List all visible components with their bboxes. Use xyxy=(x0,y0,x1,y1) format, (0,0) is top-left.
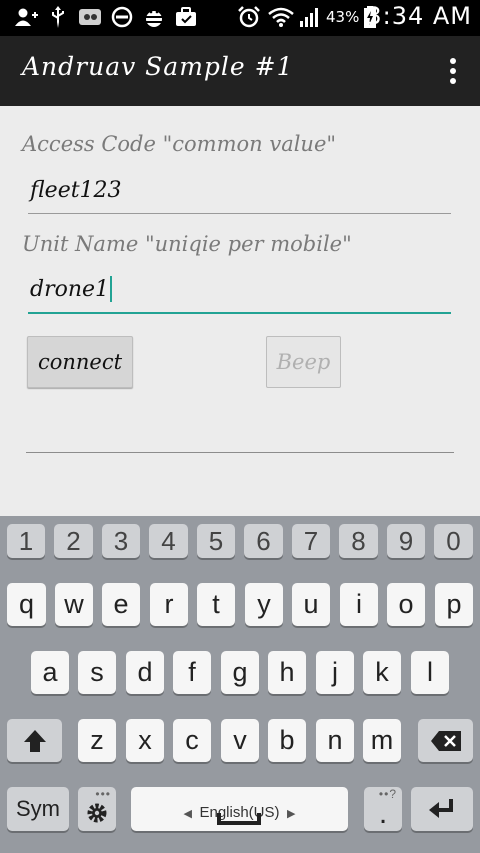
key-o[interactable]: o xyxy=(387,583,425,626)
unit-name-field[interactable]: drone1 xyxy=(28,266,451,314)
key-d[interactable]: d xyxy=(126,651,164,694)
access-code-value: fleet123 xyxy=(30,178,122,203)
key-4[interactable]: 4 xyxy=(149,524,188,558)
key-7[interactable]: 7 xyxy=(292,524,330,558)
output-text-field[interactable] xyxy=(26,452,454,453)
key-0[interactable]: 0 xyxy=(434,524,473,558)
shift-arrow-icon xyxy=(23,729,46,752)
key-j[interactable]: j xyxy=(316,651,354,694)
beep-button[interactable]: Beep xyxy=(266,336,341,388)
key-v[interactable]: v xyxy=(221,719,259,762)
chevron-right-icon: ▶ xyxy=(287,808,296,820)
text-cursor xyxy=(110,276,113,302)
space-bar-icon xyxy=(217,813,261,825)
key-q[interactable]: q xyxy=(7,583,46,626)
key-2[interactable]: 2 xyxy=(54,524,93,558)
key-9[interactable]: 9 xyxy=(387,524,425,558)
enter-arrow-icon xyxy=(429,799,453,818)
key-m[interactable]: m xyxy=(363,719,401,762)
overflow-menu-icon[interactable] xyxy=(448,58,458,86)
key-x[interactable]: x xyxy=(126,719,164,762)
app-title: Andruav Sample #1 xyxy=(22,52,294,81)
key-r[interactable]: r xyxy=(150,583,188,626)
battery-percent: 43% xyxy=(326,8,360,26)
key-i[interactable]: i xyxy=(340,583,378,626)
key-g[interactable]: g xyxy=(221,651,259,694)
settings-key[interactable]: ••• xyxy=(78,787,116,831)
android-debug-icon xyxy=(142,6,166,28)
soft-keyboard: 1 2 3 4 5 6 7 8 9 0 q w e r t y u i o p … xyxy=(0,516,480,853)
key-b[interactable]: b xyxy=(268,719,306,762)
key-8[interactable]: 8 xyxy=(339,524,378,558)
period-hint: ••? xyxy=(378,787,397,801)
key-z[interactable]: z xyxy=(78,719,116,762)
sym-key[interactable]: Sym xyxy=(7,787,69,831)
space-key[interactable]: ◀ English(US) ▶ xyxy=(131,787,348,831)
key-6[interactable]: 6 xyxy=(244,524,283,558)
access-code-field[interactable]: fleet123 xyxy=(28,166,451,214)
usb-icon xyxy=(48,6,68,28)
enter-key[interactable] xyxy=(411,787,473,831)
key-t[interactable]: t xyxy=(197,583,235,626)
status-bar: 43% 3:34 AM xyxy=(0,0,480,36)
connect-button[interactable]: connect xyxy=(27,336,133,388)
main-form: Access Code "common value" fleet123 Unit… xyxy=(0,106,480,516)
key-u[interactable]: u xyxy=(292,583,330,626)
key-h[interactable]: h xyxy=(268,651,306,694)
gear-icon xyxy=(87,803,107,823)
key-e[interactable]: e xyxy=(102,583,140,626)
signal-icon xyxy=(298,6,322,28)
key-3[interactable]: 3 xyxy=(102,524,140,558)
period-key[interactable]: ••? . xyxy=(364,787,402,831)
clock: 3:34 AM xyxy=(366,2,472,30)
backspace-icon xyxy=(430,730,461,751)
access-code-label: Access Code "common value" xyxy=(22,132,337,156)
alarm-icon xyxy=(236,6,262,28)
action-bar: Andruav Sample #1 xyxy=(0,36,480,106)
add-contact-icon xyxy=(14,6,40,28)
chevron-left-icon: ◀ xyxy=(183,808,192,820)
settings-hint: ••• xyxy=(95,787,111,801)
key-a[interactable]: a xyxy=(31,651,69,694)
key-5[interactable]: 5 xyxy=(197,524,235,558)
key-k[interactable]: k xyxy=(363,651,401,694)
shift-key[interactable] xyxy=(7,719,62,762)
voicemail-icon xyxy=(78,6,102,28)
key-y[interactable]: y xyxy=(245,583,283,626)
period-label: . xyxy=(378,797,388,830)
backspace-key[interactable] xyxy=(418,719,473,762)
key-w[interactable]: w xyxy=(55,583,93,626)
key-p[interactable]: p xyxy=(435,583,473,626)
key-s[interactable]: s xyxy=(78,651,116,694)
wifi-icon xyxy=(268,6,294,28)
briefcase-icon xyxy=(174,6,198,28)
key-1[interactable]: 1 xyxy=(7,524,45,558)
key-n[interactable]: n xyxy=(316,719,354,762)
key-c[interactable]: c xyxy=(173,719,211,762)
do-not-disturb-icon xyxy=(110,6,134,28)
unit-name-value: drone1 xyxy=(30,276,113,302)
key-l[interactable]: l xyxy=(411,651,449,694)
unit-name-label: Unit Name "uniqie per mobile" xyxy=(22,232,352,256)
key-f[interactable]: f xyxy=(173,651,211,694)
